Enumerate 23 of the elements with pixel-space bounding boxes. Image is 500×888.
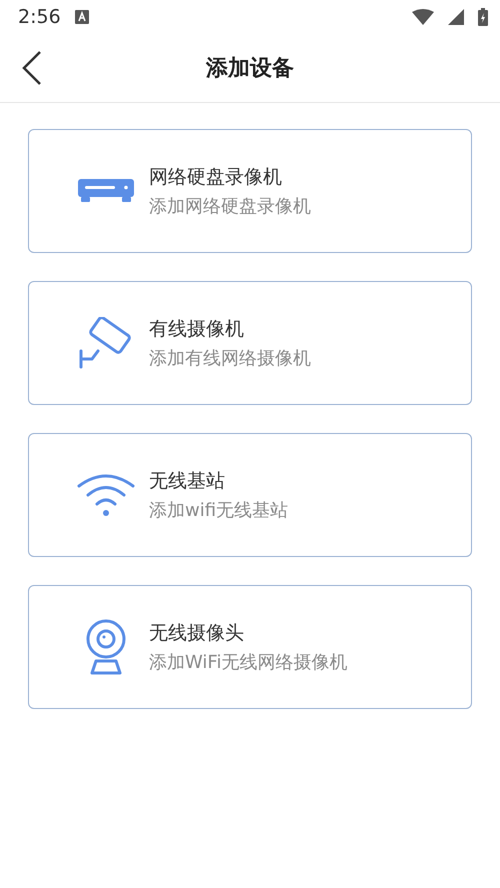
device-card[interactable]: 有线摄像机 添加有线网络摄像机: [28, 281, 472, 405]
device-title: 网络硬盘录像机: [149, 165, 283, 190]
device-title: 无线基站: [149, 469, 226, 494]
device-subtitle: 添加WiFi无线网络摄像机: [149, 651, 348, 674]
status-time: 2:56: [18, 6, 61, 28]
device-subtitle: 添加有线网络摄像机: [149, 347, 311, 370]
recorder-icon: [77, 178, 135, 204]
battery-icon: [478, 8, 488, 26]
back-icon: [22, 51, 42, 85]
wifi-signal-icon: [412, 9, 434, 25]
notification-icon: [74, 10, 89, 24]
wifi-icon: [77, 472, 135, 518]
device-title: 无线摄像头: [149, 621, 245, 646]
device-card[interactable]: 无线基站 添加wifi无线基站: [28, 433, 472, 557]
device-title: 有线摄像机: [149, 317, 245, 342]
device-card[interactable]: 网络硬盘录像机 添加网络硬盘录像机: [28, 129, 472, 253]
device-subtitle: 添加wifi无线基站: [149, 499, 288, 522]
device-subtitle: 添加网络硬盘录像机: [149, 195, 311, 218]
page-title: 添加设备: [206, 55, 294, 83]
cell-signal-icon: [448, 9, 464, 25]
webcam-icon: [84, 619, 128, 675]
security-camera-icon: [78, 317, 134, 369]
device-card[interactable]: 无线摄像头 添加WiFi无线网络摄像机: [28, 585, 472, 709]
